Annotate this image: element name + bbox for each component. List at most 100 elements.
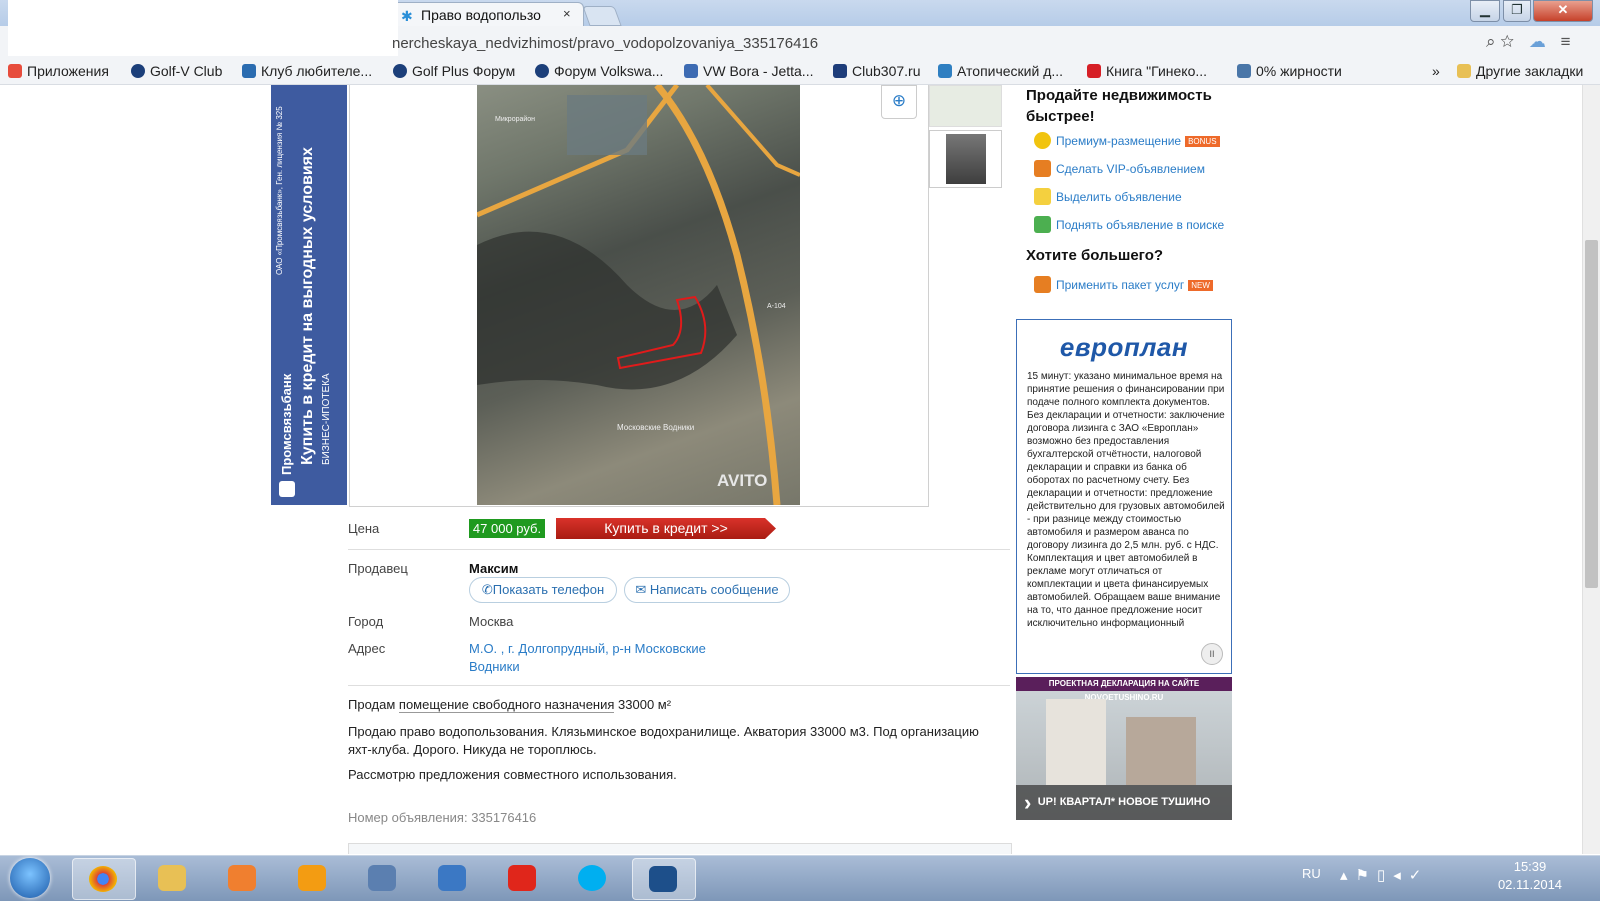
bookmarks-more-button[interactable]: » (1432, 63, 1440, 79)
show-phone-button[interactable]: ✆Показать телефон (469, 577, 617, 603)
tab-close-icon[interactable]: × (563, 6, 571, 21)
bookmark-item[interactable]: Club307.ru (833, 63, 921, 79)
pause-icon[interactable]: II (1201, 643, 1223, 665)
volume-taskbar-button[interactable] (422, 858, 484, 898)
zoom-in-icon[interactable]: ⊕ (881, 85, 917, 119)
photo-thumbnail[interactable] (929, 85, 1002, 127)
arrow-up-icon (1034, 216, 1051, 233)
sidebar-item-label: Премиум-размещение (1056, 134, 1182, 148)
screen-taskbar-button[interactable] (632, 858, 696, 900)
bookmark-item[interactable]: VW Bora - Jetta... (684, 63, 813, 79)
bank-banner-ad[interactable]: Промсвязьбанк Купить в кредит на выгодны… (271, 85, 347, 505)
show-phone-label: Показать телефон (492, 582, 605, 597)
map-label: A-104 (767, 303, 786, 310)
bookmark-item[interactable]: Книга "Гинеко... (1087, 63, 1207, 79)
extension-icon[interactable]: ☁ (1529, 32, 1546, 51)
bookmark-favicon-icon (1087, 64, 1101, 78)
tushino-ad[interactable]: ПРОЕКТНАЯ ДЕКЛАРАЦИЯ НА САЙТЕ NOVOETUSHI… (1016, 677, 1232, 820)
ad-number-label: Номер объявления: (348, 810, 468, 825)
bank-sub: БИЗНЕС-ИПОТЕКА (321, 373, 332, 465)
vw-logo-icon (393, 64, 407, 78)
apply-package-link[interactable]: Применить пакет услуг NEW (1034, 276, 1213, 293)
sidebar-item-label: Поднять объявление в поиске (1056, 218, 1225, 232)
photo-gallery: AVITO Московские Водники Микрорайон A-10… (349, 85, 929, 507)
sidebar-item-label: Применить пакет услуг (1056, 278, 1185, 292)
page-scrollbar[interactable] (1582, 85, 1600, 854)
listing-description: Продаю право водопользования. Клязьминск… (348, 724, 979, 757)
address-link-line2[interactable]: Водники (469, 659, 520, 674)
category-link[interactable]: помещение свободного назначения (398, 697, 615, 713)
buy-on-credit-button[interactable]: Купить в кредит >> (556, 518, 776, 539)
bookmark-apps[interactable]: Приложения (8, 63, 109, 79)
premium-placement-link[interactable]: Премиум-размещение BONUS (1034, 132, 1220, 149)
control-panel-taskbar-button[interactable] (352, 858, 414, 898)
address-link[interactable]: М.О. , г. Долгопрудный, р-н Московские (469, 641, 706, 656)
bookmark-item[interactable]: Атопический д... (938, 63, 1063, 79)
seller-label: Продавец (348, 561, 408, 576)
system-tray: ▴⚑▯◂✓ (1340, 866, 1429, 884)
explorer-taskbar-button[interactable] (142, 858, 204, 898)
vw-logo-icon (535, 64, 549, 78)
browser-tab[interactable]: ✱ Право водопользо × (392, 2, 584, 27)
photo-thumbnail-selected[interactable] (929, 130, 1002, 188)
make-vip-link[interactable]: Сделать VIP-объявлением (1034, 160, 1205, 177)
close-window-button[interactable]: ✕ (1533, 0, 1593, 22)
europlan-ad[interactable]: европлан 15 минут: указано минимальное в… (1016, 319, 1232, 674)
folder-icon (158, 865, 186, 891)
zoom-search-icon[interactable]: ⌕ (1486, 32, 1496, 51)
highlighter-icon (1034, 188, 1051, 205)
price-badge: 47 000 руб. (469, 519, 545, 538)
scrollbar-thumb[interactable] (1585, 240, 1598, 588)
address-bar[interactable]: nercheskaya_nedvizhimost/pravo_vodopolzo… (392, 35, 818, 52)
bank-license: ОАО «Промсвязьбанк», Ген. лицензия № 325 (275, 106, 284, 275)
clock[interactable]: 15:39 02.11.2014 (1490, 858, 1570, 894)
new-badge: NEW (1188, 280, 1213, 291)
bookmark-item[interactable]: Клуб любителе... (242, 63, 372, 79)
vw-logo-icon (131, 64, 145, 78)
write-message-button[interactable]: ✉ Написать сообщение (624, 577, 790, 603)
screen-icon (649, 866, 677, 892)
yandex-taskbar-button[interactable] (492, 858, 554, 898)
bookmark-item[interactable]: Golf-V Club (131, 63, 222, 79)
listing-description-2: Рассмотрю предложения совместного исполь… (348, 767, 677, 782)
apps-icon (8, 64, 22, 78)
maximize-button[interactable]: ❐ (1503, 0, 1531, 22)
bank-name: Промсвязьбанк (279, 373, 294, 475)
coin-icon (1034, 132, 1051, 149)
bookmark-item[interactable]: Форум Volkswa... (535, 63, 663, 79)
sidebar-item-label: Сделать VIP-объявлением (1056, 162, 1205, 176)
bump-ad-link[interactable]: Поднять объявление в поиске (1034, 216, 1225, 233)
language-indicator[interactable]: RU (1302, 866, 1321, 881)
flag-icon[interactable]: ⚑ (1356, 867, 1377, 884)
package-icon (1034, 276, 1051, 293)
listing-category: Продам помещение свободного назначения 3… (348, 697, 671, 713)
thumbnail-image (946, 134, 986, 184)
windows-taskbar: RU ▴⚑▯◂✓ 15:39 02.11.2014 (0, 855, 1600, 901)
bookmark-item[interactable]: 0% жирности (1237, 63, 1342, 79)
chevron-up-icon[interactable]: ▴ (1340, 867, 1356, 884)
yandex-icon (508, 865, 536, 891)
ad-number: Номер объявления: 335176416 (348, 810, 536, 825)
media-player-taskbar-button[interactable] (282, 858, 344, 898)
vk-icon (1237, 64, 1251, 78)
bank-logo-icon (279, 481, 295, 497)
bookmark-item[interactable]: Golf Plus Форум (393, 63, 515, 79)
network-icon[interactable]: ✓ (1409, 867, 1430, 884)
start-button[interactable] (10, 858, 50, 898)
bookmark-star-icon[interactable]: ☆ (1500, 32, 1514, 51)
battery-icon[interactable]: ▯ (1377, 867, 1393, 884)
chevron-right-icon[interactable]: › (1024, 785, 1031, 820)
new-tab-button[interactable] (582, 6, 622, 26)
skype-taskbar-button[interactable] (562, 858, 624, 898)
volume-icon[interactable]: ◂ (1393, 867, 1409, 884)
chrome-taskbar-button[interactable] (72, 858, 136, 900)
menu-icon[interactable]: ≡ (1561, 32, 1571, 51)
divider (348, 685, 1010, 686)
minimize-button[interactable]: ▁ (1470, 0, 1500, 22)
bookmark-label: Golf Plus Форум (412, 63, 516, 79)
satellite-map-image[interactable]: AVITO Московские Водники Микрорайон A-10… (477, 85, 800, 505)
other-bookmarks-folder[interactable]: Другие закладки (1457, 63, 1583, 79)
photos-taskbar-button[interactable] (212, 858, 274, 898)
highlight-ad-link[interactable]: Выделить объявление (1034, 188, 1182, 205)
bookmark-label: Книга "Гинеко... (1106, 63, 1208, 79)
